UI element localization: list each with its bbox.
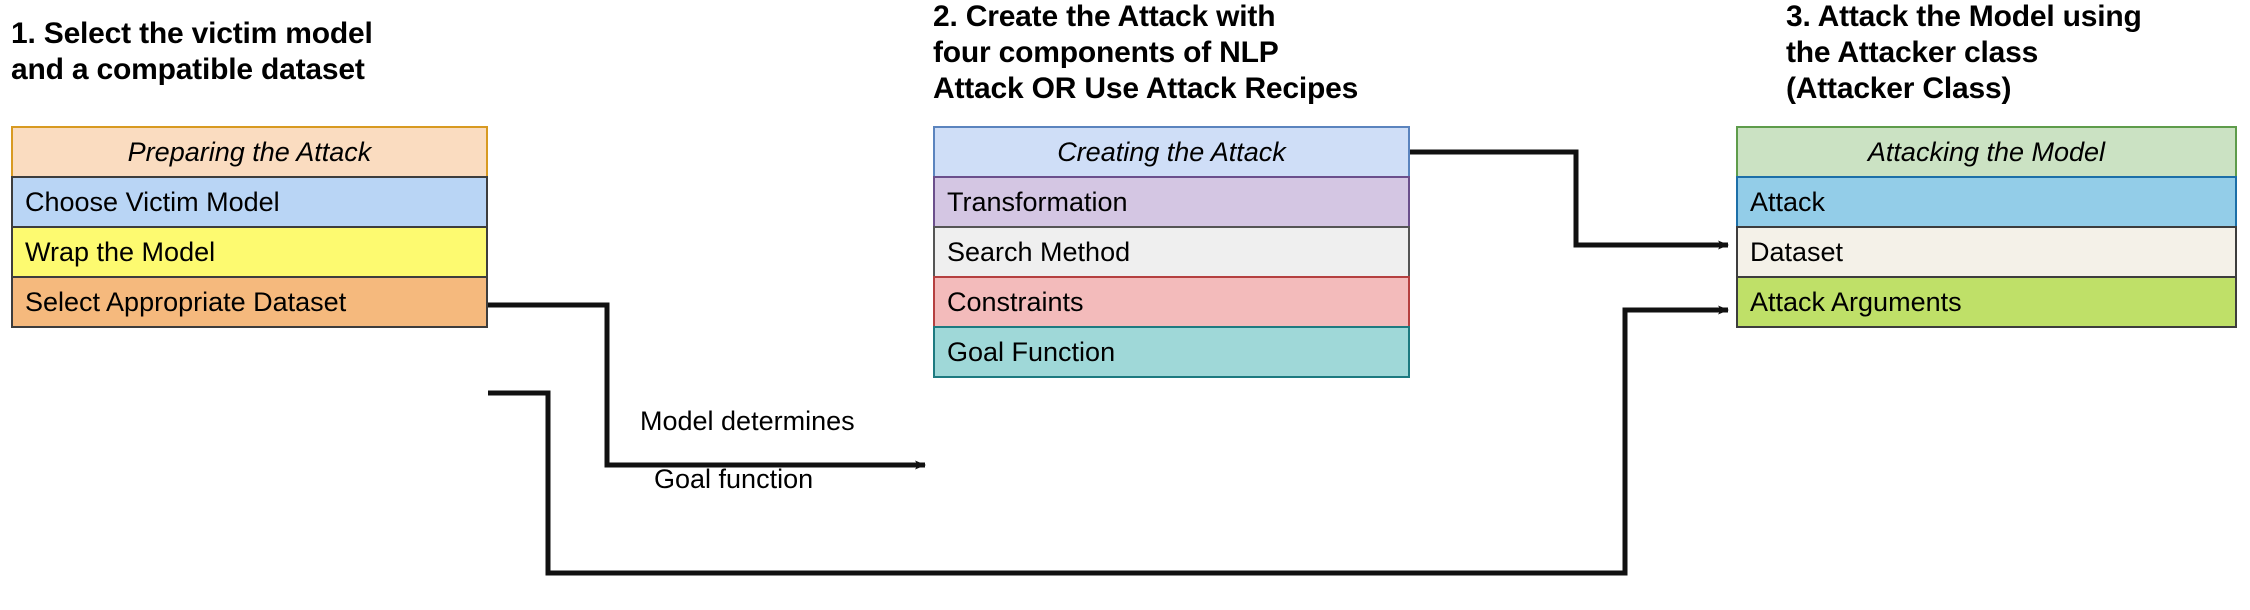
node-label: Select Appropriate Dataset — [25, 286, 347, 317]
edge-creating-attack-to-attack — [1410, 149, 1729, 250]
node-attacking-the-model: Attacking the Model — [1736, 126, 2237, 178]
node-label: Goal Function — [947, 336, 1116, 367]
node-label: Constraints — [947, 286, 1084, 317]
column-3-heading: 3. Attack the Model using the Attacker c… — [1786, 0, 2142, 105]
node-select-appropriate-dataset[interactable]: Select Appropriate Dataset — [11, 276, 488, 328]
node-label: Creating the Attack — [1057, 136, 1286, 167]
node-label: Attacking the Model — [1867, 136, 2106, 167]
node-dataset[interactable]: Dataset — [1736, 226, 2237, 278]
node-goal-function[interactable]: Goal Function — [933, 326, 1410, 378]
node-label: Wrap the Model — [25, 236, 216, 267]
node-constraints[interactable]: Constraints — [933, 276, 1410, 328]
node-preparing-the-attack: Preparing the Attack — [11, 126, 488, 178]
node-transformation[interactable]: Transformation — [933, 176, 1410, 228]
node-label: Dataset — [1750, 236, 1844, 267]
column-3-stack: Attacking the Model Attack Dataset Attac… — [1736, 126, 2237, 328]
node-label: Attack — [1750, 186, 1826, 217]
node-label: Transformation — [947, 186, 1128, 217]
node-attack[interactable]: Attack — [1736, 176, 2237, 228]
column-1-stack: Preparing the Attack Choose Victim Model… — [11, 126, 488, 328]
column-1-heading: 1. Select the victim model and a compati… — [11, 17, 373, 86]
node-choose-victim-model[interactable]: Choose Victim Model — [11, 176, 488, 228]
edge-label-model-determines: Model determines — [640, 406, 855, 436]
edge-wrap-model-to-goal-function — [488, 302, 926, 470]
node-label: Choose Victim Model — [25, 186, 280, 217]
node-attack-arguments[interactable]: Attack Arguments — [1736, 276, 2237, 328]
column-2-stack: Creating the Attack Transformation Searc… — [933, 126, 1410, 378]
node-wrap-the-model[interactable]: Wrap the Model — [11, 226, 488, 278]
diagram-canvas: 1. Select the victim model and a compati… — [0, 0, 2250, 610]
node-label: Attack Arguments — [1750, 286, 1962, 317]
edge-label-goal-function: Goal function — [654, 464, 814, 494]
column-2-heading: 2. Create the Attack with four component… — [933, 0, 1359, 105]
node-creating-the-attack: Creating the Attack — [933, 126, 1410, 178]
node-label: Search Method — [947, 236, 1131, 267]
node-label: Preparing the Attack — [127, 136, 372, 167]
node-search-method[interactable]: Search Method — [933, 226, 1410, 278]
